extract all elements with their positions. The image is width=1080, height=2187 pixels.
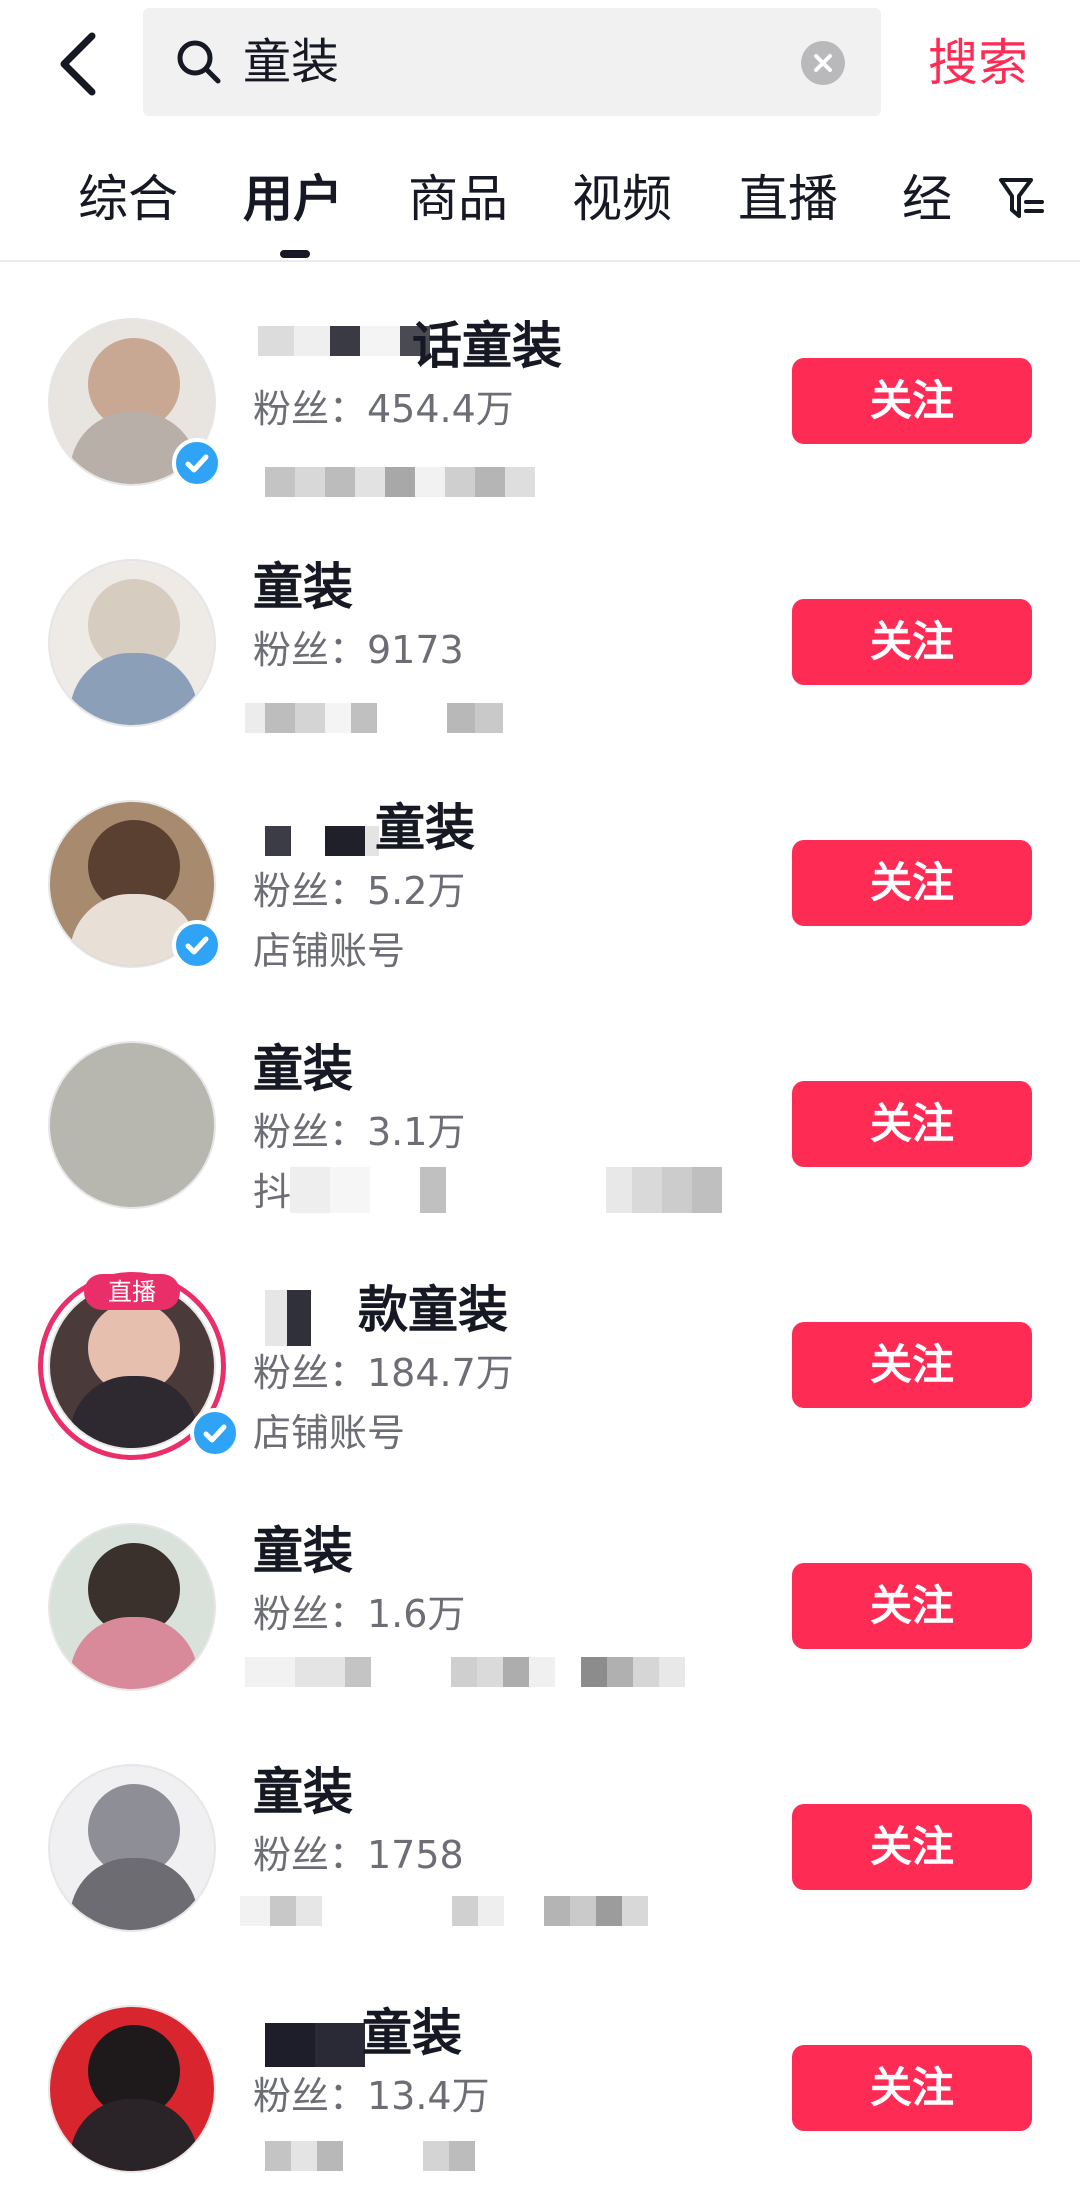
redacted-desc-mosaic [240, 1896, 648, 1926]
tab-products[interactable]: 商品 [408, 166, 508, 232]
search-icon [173, 36, 225, 88]
avatar[interactable] [48, 1041, 216, 1209]
avatar-container[interactable] [48, 1764, 216, 1932]
user-row[interactable]: 话童装 粉丝：454.4万 关注 [0, 264, 1080, 505]
fans-count: 粉丝：1.6万 [253, 1592, 466, 1636]
avatar-container[interactable] [48, 318, 222, 488]
fans-count: 粉丝：184.7万 [253, 1351, 514, 1395]
user-row[interactable]: 童装 粉丝：13.4万 关注 [0, 1951, 1080, 2187]
redacted-desc-mosaic [245, 1657, 685, 1687]
user-name[interactable]: 童装 [253, 1519, 353, 1583]
follow-button[interactable]: 关注 [792, 358, 1032, 444]
tab-videos[interactable]: 视频 [572, 166, 672, 232]
avatar-container[interactable] [48, 800, 222, 970]
verified-badge-icon [190, 1408, 240, 1458]
follow-button[interactable]: 关注 [792, 1804, 1032, 1890]
tab-comprehensive[interactable]: 综合 [78, 166, 178, 232]
avatar[interactable] [48, 1764, 216, 1932]
redacted-name-mosaic [265, 2023, 365, 2067]
follow-button[interactable]: 关注 [792, 1322, 1032, 1408]
search-button[interactable]: 搜索 [928, 30, 1028, 96]
redacted-desc-mosaic [290, 1167, 722, 1213]
user-name[interactable]: 童装 [375, 796, 475, 860]
verified-badge-icon [172, 438, 222, 488]
user-name[interactable]: 童装 [253, 1037, 353, 1101]
back-arrow-icon[interactable] [52, 28, 108, 100]
search-input[interactable]: 童装 [143, 8, 881, 116]
avatar[interactable] [48, 1523, 216, 1691]
user-row[interactable]: 童装 粉丝：3.1万 抖 关注 [0, 987, 1080, 1228]
follow-button[interactable]: 关注 [792, 1081, 1032, 1167]
follow-button[interactable]: 关注 [792, 1563, 1032, 1649]
avatar-container[interactable] [48, 2005, 216, 2173]
user-name[interactable]: 话童装 [412, 314, 562, 378]
user-result-list: 话童装 粉丝：454.4万 关注 童装 粉丝：9173 关注 童装 粉丝：5.2… [0, 264, 1080, 2187]
avatar-container[interactable] [48, 559, 216, 727]
redacted-name-mosaic [258, 326, 430, 356]
tab-live[interactable]: 直播 [738, 166, 838, 232]
result-tabs: 综合 用户 商品 视频 直播 经 [0, 150, 1080, 262]
avatar-container[interactable] [48, 1523, 216, 1691]
redacted-desc-mosaic [265, 2141, 475, 2171]
avatar-container[interactable]: 直播 [38, 1272, 240, 1460]
redacted-name-mosaic [265, 1290, 311, 1346]
follow-button[interactable]: 关注 [792, 840, 1032, 926]
clear-icon[interactable] [801, 41, 845, 85]
user-name[interactable]: 童装 [362, 2001, 462, 2065]
follow-button[interactable]: 关注 [792, 2045, 1032, 2131]
fans-count: 粉丝：3.1万 [253, 1110, 466, 1154]
verified-badge-icon [172, 920, 222, 970]
user-description: 店铺账号 [253, 1411, 406, 1455]
search-header: 童装 搜索 [0, 0, 1080, 130]
redacted-desc-mosaic [245, 703, 503, 733]
user-name[interactable]: 童装 [253, 555, 353, 619]
fans-count: 粉丝：5.2万 [253, 869, 466, 913]
tab-users[interactable]: 用户 [243, 166, 343, 232]
search-query-text[interactable]: 童装 [243, 30, 339, 94]
user-row[interactable]: 童装 粉丝：5.2万 店铺账号 关注 [0, 746, 1080, 987]
user-description: 店铺账号 [253, 929, 406, 973]
live-badge: 直播 [84, 1274, 180, 1310]
redacted-desc-mosaic [265, 467, 535, 497]
user-row[interactable]: 童装 粉丝：9173 关注 [0, 505, 1080, 746]
user-description: 抖 [253, 1170, 292, 1214]
avatar[interactable] [48, 559, 216, 727]
fans-count: 粉丝：1758 [253, 1833, 464, 1877]
user-row[interactable]: 童装 粉丝：1758 关注 [0, 1710, 1080, 1951]
fans-count: 粉丝：13.4万 [253, 2074, 490, 2118]
user-row[interactable]: 直播 款童装 粉丝：184.7万 店铺账号 关注 [0, 1228, 1080, 1469]
user-name[interactable]: 童装 [253, 1760, 353, 1824]
tab-experience[interactable]: 经 [902, 166, 952, 232]
active-tab-indicator [280, 250, 310, 258]
redacted-name-mosaic [265, 826, 379, 856]
user-name[interactable]: 款童装 [358, 1278, 508, 1342]
fans-count: 粉丝：9173 [253, 628, 464, 672]
filter-icon[interactable] [998, 174, 1044, 224]
user-row[interactable]: 童装 粉丝：1.6万 关注 [0, 1469, 1080, 1710]
fans-count: 粉丝：454.4万 [253, 387, 514, 431]
follow-button[interactable]: 关注 [792, 599, 1032, 685]
avatar-container[interactable] [48, 1041, 216, 1209]
avatar[interactable] [48, 2005, 216, 2173]
